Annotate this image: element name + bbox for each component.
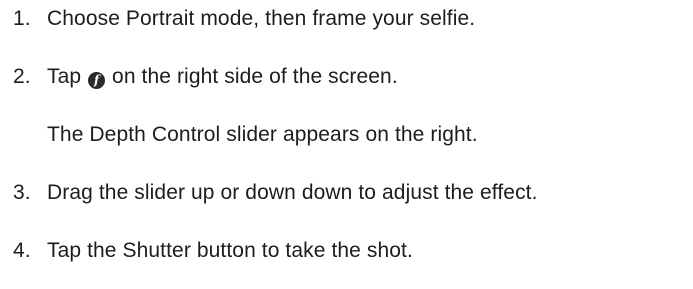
step-number: 3. [13,181,31,204]
step-number: 4. [13,239,31,262]
instruction-steps: 1. Choose Portrait mode, then frame your … [0,0,693,289]
step-2: 2. Tap f on the right side of the screen. [13,63,398,91]
step-4: 4. Tap the Shutter button to take the sho… [13,237,413,265]
step-number: 2. [13,65,31,88]
step-1: 1. Choose Portrait mode, then frame your … [13,5,475,33]
step-3: 3. Drag the slider up or down down to adj… [13,179,538,207]
step-text-after-icon: on the right side of the screen. [112,65,398,88]
step-text: Drag the slider up or down down to adjus… [47,181,538,204]
step-text: Tap the Shutter button to take the shot. [47,239,413,262]
step-text: Choose Portrait mode, then frame your se… [47,7,476,30]
depth-control-icon: f [88,72,106,89]
step-number: 1. [13,7,31,30]
step-2-note: The Depth Control slider appears on the … [47,123,478,146]
step-text-before-icon: Tap [47,65,82,88]
